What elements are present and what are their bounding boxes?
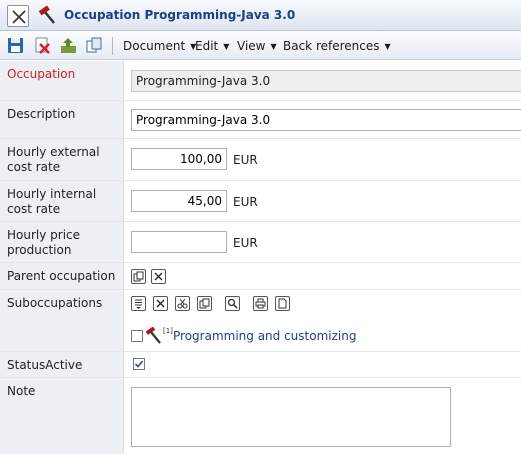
copy-suboccupation-button[interactable] (197, 296, 212, 311)
row-parent-occupation: Parent occupation (0, 263, 521, 290)
clear-parent-button[interactable] (151, 269, 166, 284)
clear-icon (154, 272, 163, 281)
scissors-icon (177, 298, 188, 309)
toolbar: Document ▼ Edit ▼ View ▼ Back references ▼ (0, 31, 521, 60)
select-list-icon (133, 271, 144, 282)
copy-icon (199, 298, 210, 309)
note-label: Note (0, 378, 124, 454)
hourly-internal-unit: EUR (233, 195, 258, 209)
suboccupation-marker: [1] (163, 327, 173, 335)
menu-edit[interactable]: Edit ▼ (195, 39, 229, 53)
occupation-label: Occupation (0, 61, 124, 100)
hammer-icon (145, 327, 161, 344)
open-document-button[interactable] (275, 296, 290, 311)
checkmark-icon (134, 360, 144, 368)
hourly-internal-label: Hourly internal cost rate (0, 181, 124, 221)
row-hourly-price: Hourly price production EUR (0, 222, 521, 263)
suboccupation-link[interactable]: Programming and customizing (173, 329, 356, 343)
window-title: Occupation Programming-Java 3.0 (64, 8, 296, 22)
add-suboccupation-button[interactable] (131, 296, 146, 311)
hammer-icon (38, 5, 55, 24)
note-textarea[interactable] (131, 387, 451, 447)
row-suboccupations: Suboccupations [1] Programming and custo… (0, 290, 521, 352)
title-bar: Occupation Programming-Java 3.0 (0, 0, 521, 31)
menu-back-references[interactable]: Back references ▼ (283, 39, 391, 53)
print-button[interactable] (253, 296, 268, 311)
parent-occupation-label: Parent occupation (0, 263, 124, 289)
row-description: Description (0, 101, 521, 139)
copy-icon[interactable] (86, 37, 103, 54)
toolbar-separator (112, 37, 113, 55)
description-label: Description (0, 101, 124, 138)
printer-icon (255, 298, 266, 309)
select-parent-button[interactable] (131, 269, 146, 284)
status-active-label: StatusActive (0, 352, 124, 377)
occupation-form: Occupation Programming-Java 3.0 Descript… (0, 61, 521, 454)
row-occupation: Occupation Programming-Java 3.0 (0, 61, 521, 101)
status-active-checkbox[interactable] (133, 358, 145, 370)
search-icon (227, 298, 238, 309)
row-hourly-internal: Hourly internal cost rate EUR (0, 181, 521, 222)
hourly-internal-input[interactable] (131, 190, 227, 212)
document-icon (278, 298, 287, 309)
search-button[interactable] (225, 296, 240, 311)
suboccupation-checkbox[interactable] (131, 330, 143, 342)
save-icon[interactable] (7, 37, 24, 54)
close-button[interactable] (7, 5, 29, 27)
hourly-external-label: Hourly external cost rate (0, 139, 124, 180)
clear-icon (156, 299, 165, 308)
remove-suboccupation-button[interactable] (153, 296, 168, 311)
row-hourly-external: Hourly external cost rate EUR (0, 139, 521, 181)
hourly-external-input[interactable] (131, 148, 227, 170)
description-input[interactable] (131, 109, 521, 131)
occupation-field: Programming-Java 3.0 (131, 70, 521, 92)
hourly-price-input[interactable] (131, 231, 227, 253)
hourly-price-label: Hourly price production (0, 222, 124, 262)
suboccupations-label: Suboccupations (0, 290, 124, 351)
close-icon (12, 10, 26, 24)
add-list-icon (135, 299, 142, 309)
export-icon[interactable] (60, 37, 77, 54)
menu-view[interactable]: View ▼ (237, 39, 277, 53)
delete-document-icon[interactable] (34, 37, 51, 54)
menu-document[interactable]: Document ▼ (123, 39, 196, 53)
cut-button[interactable] (175, 296, 190, 311)
hourly-price-unit: EUR (233, 236, 258, 250)
row-status-active: StatusActive (0, 352, 521, 378)
hourly-external-unit: EUR (233, 153, 258, 167)
